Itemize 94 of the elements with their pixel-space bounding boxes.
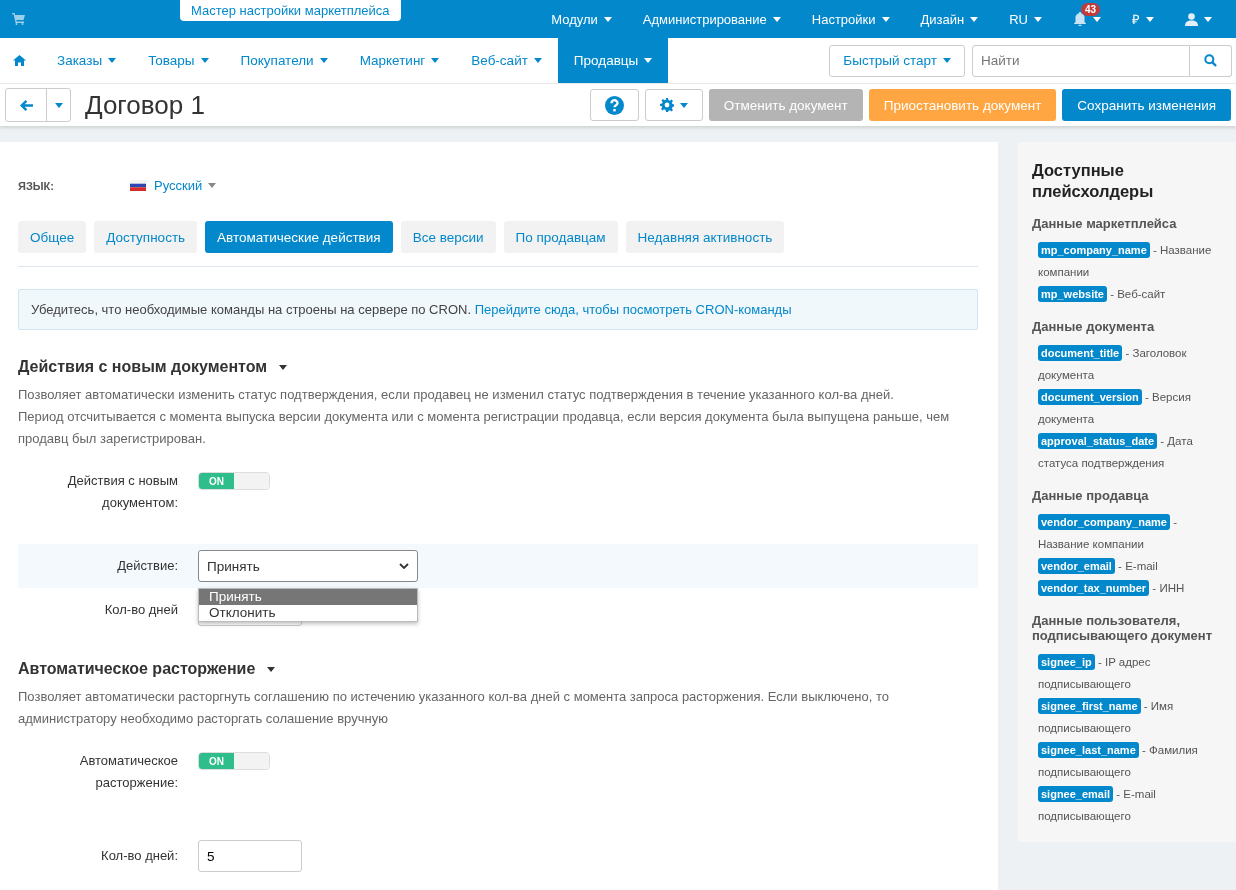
group-heading: Данные пользователя, подписывающего документ [1032, 613, 1214, 643]
field-label: Действия с новым документом: [66, 472, 178, 512]
placeholder-entry: document_version - Версия документа [1037, 388, 1192, 427]
days-input[interactable]: 5 [198, 840, 302, 872]
quick-start-button[interactable]: Быстрый старт [829, 44, 965, 77]
caret-icon [881, 16, 890, 22]
search-icon[interactable] [1204, 54, 1217, 67]
user-icon[interactable] [1185, 12, 1198, 26]
placeholder-entry: vendor_tax_number - ИНН [1032, 577, 1224, 599]
help-icon [604, 95, 624, 115]
caret-icon [200, 58, 209, 63]
language-label: ЯЗЫК: [18, 179, 55, 192]
search-button[interactable] [1190, 44, 1232, 77]
wizard-button[interactable]: Мастер настройки маркетплейса [180, 0, 401, 21]
field-label: Кол-во дней [103, 601, 178, 619]
settings-button[interactable] [644, 89, 703, 121]
nav-tab[interactable]: Покупатели [224, 38, 344, 83]
tab[interactable]: Все версии [400, 221, 496, 253]
section-description: Позволяет автоматически расторгнуть соглашению по истечению указанного кол-ва дней с момента запроса расторжения. Если выключено, то администратору необходимо расторгать солашение вручную [18, 688, 891, 728]
cancel-button[interactable]: Отменить документ [708, 89, 863, 121]
info-notice: Убедитесь, что необходимые команды на строены на сервере по CRON. Перейдите сюда, чтобы посмотреть CRON-команды [18, 289, 978, 330]
caret-icon [319, 58, 328, 63]
top-menu-item[interactable]: Настройки [811, 11, 890, 27]
language-select[interactable]: Русский [130, 178, 217, 193]
group-heading: Данные документа [1032, 319, 1156, 334]
suspend-button[interactable]: Приостановить документ [868, 89, 1057, 121]
section-heading: Действия с новым документом [18, 358, 268, 376]
field-label: Кол-во дней: [100, 847, 178, 865]
caret-icon [431, 58, 440, 63]
top-menu-item[interactable]: Модули [551, 11, 612, 27]
caret-icon [970, 16, 979, 22]
chevron-down-icon [399, 563, 409, 569]
dropdown-option[interactable]: Отклонить [199, 605, 417, 621]
field-label: Действие: [116, 557, 178, 575]
caret-icon [267, 666, 276, 672]
placeholder-entry: approval_status_date - Дата статуса подтверждения [1037, 432, 1194, 471]
dropdown-option[interactable]: Принять [199, 589, 417, 605]
flag-icon [130, 180, 146, 191]
caret-icon [108, 58, 117, 63]
top-menu-item[interactable]: RU [1009, 11, 1042, 27]
gear-icon [659, 98, 674, 112]
nav-tab[interactable]: Маркетинг [343, 38, 456, 83]
nav-tab[interactable]: Веб-сайт [455, 38, 558, 83]
notification-badge: 43 [1081, 3, 1101, 16]
group-heading: Данные продавца [1032, 488, 1150, 503]
group-heading: Данные маркетплейса [1032, 216, 1178, 231]
help-button[interactable] [589, 89, 639, 121]
caret-icon [679, 102, 688, 108]
currency-menu[interactable]: ₽ [1132, 10, 1154, 28]
nav-tab[interactable]: Товары [132, 38, 225, 83]
page-title: Договор 1 [85, 89, 205, 121]
tab[interactable]: Общее [18, 221, 87, 253]
placeholder-entry: signee_first_name - Имя подписывающего [1037, 697, 1175, 736]
panel-title: Доступные плейсхолдеры [1032, 160, 1155, 202]
section-description: Позволяет автоматически изменить статус подтверждения, если продавец не изменил статус подтверждения в течение указанного кол-ва дней. Период отсчитывается с момента выпуска версии документа или с момента регистрации продавца, если версия документа была выпущена раньше, чем продавц был зарегистрирован. [18, 386, 951, 448]
caret-icon [54, 102, 63, 108]
toggle-switch[interactable]: ON [198, 472, 270, 490]
top-menu-item[interactable]: Дизайн [920, 11, 979, 27]
save-button[interactable]: Сохранить изменения [1062, 89, 1231, 121]
caret-icon [208, 183, 217, 188]
caret-icon [533, 58, 542, 63]
action-select[interactable]: Принять [198, 550, 418, 582]
top-menu-item[interactable]: Администрирование [642, 11, 781, 27]
caret-icon [1034, 16, 1042, 22]
home-icon[interactable] [13, 55, 26, 66]
cron-link[interactable]: Перейдите сюда, чтобы посмотреть CRON-команды [474, 302, 792, 317]
caret-icon [1204, 16, 1212, 22]
cart-icon[interactable] [12, 13, 25, 25]
tab[interactable]: По продавцам [503, 221, 618, 253]
placeholder-entry: signee_last_name - Фамилия подписывающего [1037, 741, 1199, 780]
nav-tab[interactable]: Заказы [41, 38, 133, 83]
placeholder-entry: vendor_email - E-mail [1032, 555, 1224, 577]
caret-icon [279, 364, 288, 370]
placeholder-entry: vendor_company_name - Название компании [1037, 513, 1178, 552]
search-field[interactable]: Найти [972, 44, 1190, 77]
placeholder-entry: document_title - Заголовок документа [1037, 344, 1188, 383]
placeholder-entry: mp_company_name - Название компании [1037, 241, 1213, 280]
tab[interactable]: Автоматические действия [205, 221, 393, 253]
placeholder-entry: signee_ip - IP адрес подписывающего [1037, 653, 1152, 692]
nav-tab[interactable]: Продавцы [557, 38, 669, 83]
arrow-left-icon [19, 99, 33, 111]
tab[interactable]: Доступность [94, 221, 198, 253]
caret-icon [772, 16, 781, 22]
caret-icon [644, 58, 653, 63]
tab[interactable]: Недавняя активность [625, 221, 785, 253]
section-heading: Автоматическое расторжение [18, 660, 256, 678]
placeholder-entry: signee_email - E-mail подписывающего [1037, 785, 1157, 824]
field-label: Автоматическое расторжение: [78, 752, 178, 792]
bell-icon[interactable] [1073, 12, 1087, 26]
caret-icon [603, 16, 612, 22]
placeholder-entry: mp_website - Веб-сайт [1032, 283, 1224, 305]
caret-icon [943, 58, 951, 63]
caret-icon [1146, 16, 1154, 22]
toggle-switch[interactable]: ON [198, 752, 270, 770]
